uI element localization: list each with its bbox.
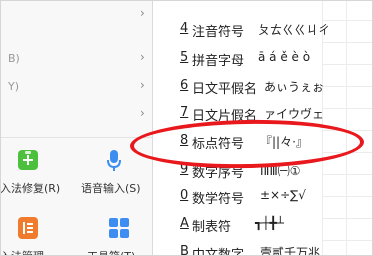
- shortcut-key: 5: [180, 50, 189, 65]
- symbol-sample: あぃうぇぉ: [264, 80, 325, 94]
- plus-bag-icon: [18, 150, 38, 170]
- menu-item-1[interactable]: ›: [0, 0, 152, 28]
- submenu-item-label: 注音符号: [192, 25, 245, 40]
- symbol-sample: ァイウヴェ: [264, 107, 325, 121]
- grid-line: [322, 174, 373, 175]
- menu-item-2[interactable]: B) ›: [0, 44, 152, 72]
- toolbox-button[interactable]: 工具箱(T): [78, 212, 152, 256]
- grid-line: [322, 130, 373, 131]
- shortcut-key: A: [180, 216, 189, 231]
- shortcut-key: 4: [180, 21, 189, 36]
- submenu-item-label: 日文片假名: [192, 109, 258, 124]
- symbol-sample: ±×÷∑√: [260, 188, 306, 202]
- input-manager-button[interactable]: 入法管理: [0, 212, 76, 256]
- menu-item-3[interactable]: Y) ›: [0, 72, 152, 100]
- chevron-right-icon: ›: [140, 78, 145, 92]
- shortcut-key: 9: [180, 162, 189, 177]
- menu-item-label: B): [8, 52, 20, 65]
- submenu-item-label: 数字序号: [192, 166, 245, 181]
- toolbox-label: 工具箱(T): [87, 248, 135, 256]
- menu-item-label: Y): [8, 80, 20, 93]
- voice-input-button[interactable]: 语音输入(S): [78, 145, 152, 197]
- grid-line: [322, 42, 373, 43]
- submenu-item-label: 中文数字: [192, 248, 245, 256]
- symbol-sample: ㄆㄊㄍㄍㄐㄔ: [258, 23, 331, 37]
- submenu-item-label: 日文平假名: [192, 82, 258, 97]
- grid-line: [322, 108, 373, 109]
- shortcut-key: 6: [180, 78, 189, 93]
- main-menu-panel: › B) › Y) › › 入法修复(R) 语音输入(S): [0, 0, 152, 256]
- grid-line: [322, 240, 373, 241]
- submenu-item-label: 拼音字母: [192, 54, 245, 69]
- menu-item-4[interactable]: ›: [0, 100, 152, 128]
- screenshot-frame: › B) › Y) › › 入法修复(R) 语音输入(S) 4 注音符号 ㄆㄊㄍ…: [0, 0, 373, 256]
- voice-input-label: 语音输入(S): [81, 182, 141, 195]
- input-repair-label: 入法修复(R): [0, 182, 61, 195]
- grid-line: [322, 152, 373, 153]
- chevron-right-icon: ›: [140, 106, 145, 120]
- input-repair-button[interactable]: 入法修复(R): [0, 145, 76, 197]
- grid-line: [322, 196, 373, 197]
- grid-line: [322, 218, 373, 219]
- menu-divider: [0, 137, 152, 138]
- shortcut-key: B: [180, 244, 189, 256]
- shortcut-key: 7: [180, 105, 189, 120]
- symbol-sample: ⅠⅡⅢ㈠①: [260, 164, 301, 178]
- list-icon: [18, 217, 38, 239]
- shortcut-key: 8: [180, 133, 189, 148]
- symbol-sample: ā á ě è ò: [258, 50, 311, 64]
- symbol-sample: 壹贰千万兆: [260, 246, 321, 256]
- microphone-icon: [106, 149, 122, 173]
- symbol-sample: 『||々·』: [260, 135, 308, 149]
- chevron-right-icon: ›: [140, 50, 145, 64]
- grid-line: [322, 86, 373, 87]
- shortcut-key: 0: [180, 188, 189, 203]
- submenu-item-label: 制表符: [192, 220, 232, 235]
- chevron-right-icon: ›: [140, 6, 145, 20]
- submenu-item-label: 标点符号: [192, 137, 245, 152]
- input-manager-label: 入法管理: [0, 248, 44, 256]
- grid-icon: [108, 217, 130, 239]
- grid-line: [322, 64, 373, 65]
- submenu-item-label: 数学符号: [192, 192, 245, 207]
- symbol-sample: ┱┼╋┴: [255, 216, 284, 230]
